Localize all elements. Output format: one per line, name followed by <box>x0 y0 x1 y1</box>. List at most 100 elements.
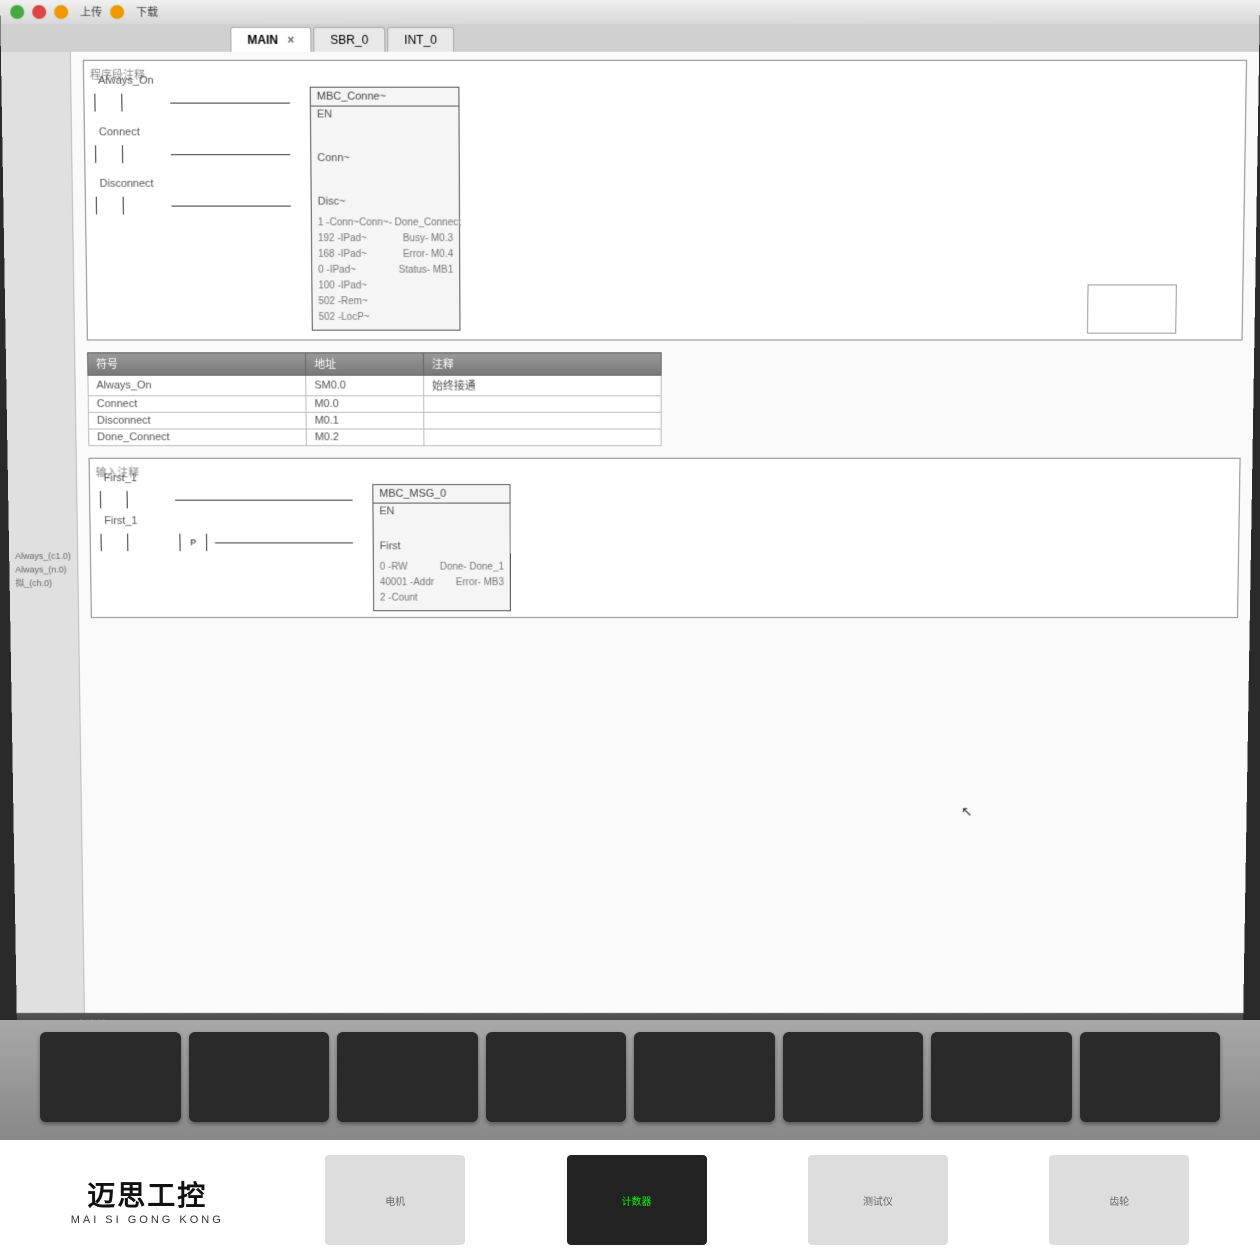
cell: M0.0 <box>306 396 424 413</box>
product-image: 计数器 <box>567 1155 707 1245</box>
fb-pin-en: EN <box>379 506 503 518</box>
key <box>486 1032 627 1122</box>
comment-box[interactable] <box>1087 284 1177 333</box>
tabs: MAIN × SBR_0 INT_0 <box>0 24 1259 52</box>
contact-no[interactable] <box>91 142 171 166</box>
contact-no[interactable] <box>96 488 175 511</box>
contact-no[interactable] <box>92 194 172 218</box>
key <box>1080 1032 1221 1122</box>
param-val: 1 <box>318 217 324 228</box>
param-name: Addr <box>413 577 434 588</box>
upload-icon[interactable] <box>54 5 68 19</box>
contact-p[interactable]: P <box>175 531 215 554</box>
param-val: M0.3 <box>431 233 453 244</box>
cell: 始终接通 <box>424 375 662 396</box>
table-row[interactable]: ConnectM0.0 <box>88 396 661 413</box>
fb-pin: Conn~ <box>317 152 453 164</box>
col-symbol: 符号 <box>88 353 306 376</box>
param-val: MB1 <box>433 265 453 276</box>
param-name: Conn~ <box>329 217 359 228</box>
toolbar: 上传 下载 <box>0 0 1260 24</box>
sidebar-item[interactable]: Always_(c1.0) <box>15 549 71 563</box>
cell: M0.1 <box>306 412 424 429</box>
key <box>337 1032 478 1122</box>
product-image: 测试仪 <box>808 1155 948 1245</box>
brand-logo: 迈思工控 MAI SI GONG KONG <box>71 1174 224 1226</box>
table-header-row: 符号 地址 注释 <box>88 353 662 376</box>
function-block-mbc-msg[interactable]: MBC_MSG_0 EN First 0 -RW Done- Done_1 40… <box>372 484 511 611</box>
param-val: Done_1 <box>469 562 504 573</box>
sidebar-item[interactable]: 拟_(ch.0) <box>15 576 71 590</box>
product-image: 电机 <box>325 1155 465 1245</box>
sidebar-item[interactable]: Always_(n.0) <box>15 563 71 577</box>
contact-label: First_1 <box>104 472 137 484</box>
param-val: 2 <box>380 593 386 604</box>
param-name: Done <box>440 562 464 573</box>
col-address: 地址 <box>306 353 424 376</box>
param-name: Error <box>456 577 478 588</box>
cell: M0.2 <box>306 429 424 446</box>
stop-icon[interactable] <box>32 5 46 19</box>
key <box>783 1032 924 1122</box>
brand-name: 迈思工控 <box>87 1174 207 1214</box>
param-name: Error <box>403 249 425 260</box>
cell <box>424 429 661 446</box>
param-val: M0.4 <box>431 249 453 260</box>
upload-label: 上传 <box>80 4 102 20</box>
symbol-table[interactable]: 符号 地址 注释 Always_OnSM0.0始终接通 ConnectM0.0 … <box>87 352 662 446</box>
screen: 上传 下载 MAIN × SBR_0 INT_0 Always_(c1.0) A… <box>0 0 1260 1049</box>
param-val: 168 <box>318 249 335 260</box>
param-val: 100 <box>318 281 335 292</box>
param-val: Done_Connect <box>395 217 461 228</box>
contact-no[interactable] <box>97 531 176 554</box>
rung-comment: 程序段注释 <box>90 67 1240 83</box>
param-name: IPad~ <box>341 281 367 292</box>
cell <box>424 396 662 413</box>
network-1[interactable]: 程序段注释 Always_On Connect <box>83 60 1247 341</box>
close-icon[interactable]: × <box>287 33 294 47</box>
fb-pin: First <box>380 540 504 552</box>
param-val: MB3 <box>484 577 504 588</box>
download-label: 下载 <box>136 4 158 20</box>
tab-main[interactable]: MAIN × <box>230 27 311 52</box>
rung-comment: 输入注释 <box>96 465 1234 481</box>
download-icon[interactable] <box>110 5 124 19</box>
param-name: LocP~ <box>341 312 369 323</box>
param-val: 192 <box>318 233 335 244</box>
param-val: 0 <box>380 562 386 573</box>
tab-sbr0[interactable]: SBR_0 <box>313 27 385 52</box>
watermark: 迈思工控 MAI SI GONG KONG 电机 计数器 测试仪 齿轮 <box>0 1140 1260 1260</box>
ladder-editor[interactable]: 程序段注释 Always_On Connect <box>71 52 1259 1013</box>
cursor-icon: ↖ <box>961 804 973 820</box>
tab-int0[interactable]: INT_0 <box>387 27 454 52</box>
contact-label: Connect <box>99 126 140 138</box>
param-name: RW <box>391 562 407 573</box>
key <box>931 1032 1072 1122</box>
param-name: IPad~ <box>341 233 367 244</box>
param-val: 502 <box>319 312 336 323</box>
param-name: Conn~ <box>359 217 389 228</box>
table-row[interactable]: Always_OnSM0.0始终接通 <box>88 375 661 396</box>
param-name: IPad~ <box>341 249 367 260</box>
key <box>40 1032 181 1122</box>
fb-title: MBC_MSG_0 <box>373 485 509 503</box>
table-row[interactable]: Done_ConnectM0.2 <box>89 429 661 446</box>
fb-pin: Disc~ <box>318 196 453 208</box>
contact-label: Disconnect <box>99 178 153 190</box>
param-name: IPad~ <box>330 265 356 276</box>
param-val: 40001 <box>380 577 407 588</box>
contact-no[interactable] <box>90 91 170 115</box>
fb-title: MBC_Conne~ <box>311 88 459 107</box>
function-block-mbc-connect[interactable]: MBC_Conne~ EN Conn~ Disc~ 1 -Conn~ Conn~… <box>310 87 461 331</box>
run-icon[interactable] <box>10 5 24 19</box>
param-val: 502 <box>318 296 335 307</box>
network-2[interactable]: 输入注释 First_1 First_1 P <box>89 458 1241 618</box>
key <box>634 1032 775 1122</box>
keyboard <box>0 1020 1260 1140</box>
contact-label: Always_On <box>98 75 154 87</box>
param-name: Busy <box>403 233 425 244</box>
param-name: Count <box>391 593 417 604</box>
cell: Connect <box>88 396 306 413</box>
table-row[interactable]: DisconnectM0.1 <box>88 412 661 429</box>
col-comment: 注释 <box>423 353 661 376</box>
